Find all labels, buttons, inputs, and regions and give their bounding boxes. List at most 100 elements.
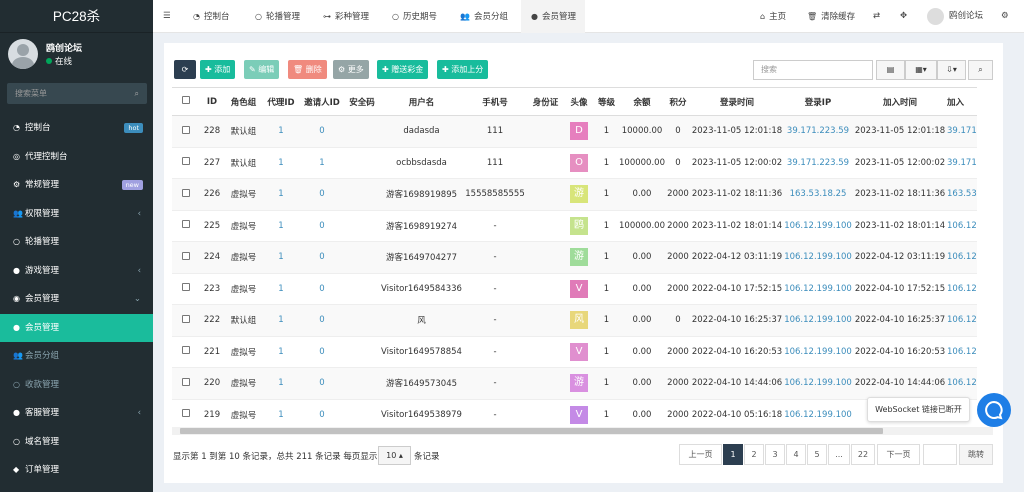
sidebar-search-input[interactable]: 搜索菜单 ⌕ [7, 83, 147, 104]
cell-join-ip[interactable]: 106.12 [947, 210, 977, 242]
cell-login-ip[interactable]: 39.171.223.59 [783, 115, 853, 148]
col-agent[interactable]: 代理ID [262, 87, 300, 116]
col-inviter[interactable]: 邀请人ID [300, 87, 344, 116]
sidebar-item[interactable]: 👥 权限管理 ‹ [0, 200, 153, 229]
row-checkbox-cell[interactable] [172, 304, 199, 337]
cell-inviter[interactable]: 0 [300, 399, 344, 431]
sidebar-item[interactable]: ● 客服管理 ‹ [0, 399, 153, 428]
row-checkbox-cell[interactable] [172, 399, 199, 431]
cell-agent[interactable]: 1 [262, 273, 300, 305]
columns-dropdown-icon[interactable]: ▦▾ [905, 60, 937, 80]
table-row[interactable]: 228 默认组 1 0 dadasda 111 D 1 10000.00 0 2023-11-05 … [172, 115, 977, 148]
member-avatar[interactable]: O [570, 153, 588, 172]
page-1-button[interactable]: 1 [723, 444, 743, 465]
row-checkbox[interactable] [181, 220, 190, 229]
col-avatar[interactable]: 头像 [564, 87, 594, 116]
cell-login-ip[interactable]: 106.12.199.100 [783, 273, 853, 305]
cell-login-ip[interactable]: 106.12.199.100 [783, 367, 853, 400]
cell-inviter[interactable]: 0 [300, 367, 344, 400]
table-row[interactable]: 220 虚拟号 1 0 游客1649573045- 游 1 0.00 2000 2022-04-1… [172, 367, 977, 400]
col-username[interactable]: 用户名 [380, 87, 463, 116]
gift-bonus-button[interactable]: ✚ 赠送彩金 [377, 60, 429, 79]
member-avatar[interactable]: V [570, 342, 588, 361]
cell-login-ip[interactable]: 106.12.199.100 [783, 241, 853, 274]
cell-inviter[interactable]: 0 [300, 304, 344, 337]
chat-bubble-button[interactable] [977, 393, 1011, 427]
col-code[interactable]: 安全码 [344, 87, 380, 116]
member-avatar[interactable]: V [570, 279, 588, 298]
export-dropdown-icon[interactable]: ⇩▾ [937, 60, 966, 80]
page-2-button[interactable]: 2 [744, 444, 764, 465]
sidebar-item[interactable]: ◆ 订单管理 [0, 456, 153, 485]
table-row[interactable]: 227 默认组 1 1 ocbbsdasda 111 O 1 100000.00 0 2023-11… [172, 147, 977, 179]
col-login-ip[interactable]: 登录IP [783, 87, 853, 116]
tab-member-group[interactable]: 👥 会员分组 [460, 0, 508, 33]
col-join-time[interactable]: 加入时间 [853, 87, 947, 116]
cell-inviter[interactable]: 0 [300, 241, 344, 274]
fullscreen-icon[interactable]: ✥ [900, 0, 907, 33]
row-checkbox-cell[interactable] [172, 178, 199, 211]
member-avatar[interactable]: 风 [570, 311, 588, 330]
header-checkbox[interactable] [172, 87, 199, 116]
table-row[interactable]: 219 虚拟号 1 0 Visitor1649538979- V 1 0.00 2000 2022… [172, 399, 977, 431]
horizontal-scrollbar[interactable] [172, 427, 993, 435]
cell-join-ip[interactable]: 39.171 [947, 115, 977, 148]
home-link[interactable]: ⌂ 主页 [760, 0, 786, 33]
page-size-select[interactable]: 10 ▴ [378, 446, 411, 465]
tab-dashboard[interactable]: ◔ 控制台 [193, 0, 230, 33]
cell-inviter[interactable]: 0 [300, 115, 344, 148]
member-avatar[interactable]: 游 [570, 185, 588, 204]
row-checkbox[interactable] [181, 251, 190, 260]
cell-agent[interactable]: 1 [262, 210, 300, 242]
row-checkbox[interactable] [181, 409, 190, 418]
row-checkbox-cell[interactable] [172, 241, 199, 274]
sidebar-item[interactable]: 👥 会员分组 [0, 342, 153, 371]
page-3-button[interactable]: 3 [765, 444, 785, 465]
tab-lottery[interactable]: ⊶ 彩种管理 [323, 0, 369, 33]
next-page-button[interactable]: 下一页 [877, 444, 920, 465]
scrollbar-thumb[interactable] [180, 428, 883, 434]
sidebar-item[interactable]: ○ 收款管理 [0, 371, 153, 400]
sidebar-item[interactable]: ○ 域名管理 [0, 428, 153, 457]
col-id[interactable]: ID [199, 87, 225, 116]
page-22-button[interactable]: 22 [851, 444, 875, 465]
cell-join-ip[interactable]: 106.12 [947, 241, 977, 274]
cell-inviter[interactable]: 0 [300, 178, 344, 211]
settings-icon[interactable]: ⚙ [1001, 0, 1009, 33]
cell-agent[interactable]: 1 [262, 241, 300, 274]
row-checkbox[interactable] [181, 346, 190, 355]
add-button[interactable]: ✚ 添加 [200, 60, 236, 79]
page-5-button[interactable]: 5 [807, 444, 827, 465]
cell-agent[interactable]: 1 [262, 399, 300, 431]
col-group[interactable]: 角色组 [225, 87, 262, 116]
cell-join-ip[interactable]: 106.12 [947, 367, 977, 400]
table-row[interactable]: 224 虚拟号 1 0 游客1649704277- 游 1 0.00 2000 2022-04-1… [172, 241, 977, 274]
cell-agent[interactable]: 1 [262, 178, 300, 211]
cell-agent[interactable]: 1 [262, 336, 300, 368]
tab-member-manage[interactable]: ● 会员管理 [521, 0, 585, 33]
delete-button[interactable]: 🗑 删除 [288, 60, 327, 79]
cell-inviter[interactable]: 0 [300, 273, 344, 305]
member-avatar[interactable]: 游 [570, 374, 588, 393]
sidebar-item[interactable]: ◉ 会员管理 ⌄ [0, 285, 153, 314]
cell-login-ip[interactable]: 106.12.199.100 [783, 399, 853, 431]
cell-agent[interactable]: 1 [262, 115, 300, 148]
sidebar-item[interactable]: ⚙ 常规管理 new [0, 171, 153, 200]
row-checkbox-cell[interactable] [172, 273, 199, 305]
member-avatar[interactable]: D [570, 122, 588, 141]
row-checkbox-cell[interactable] [172, 336, 199, 368]
sidebar-item[interactable]: ● 游戏管理 ‹ [0, 257, 153, 286]
row-checkbox[interactable] [181, 188, 190, 197]
cell-agent[interactable]: 1 [262, 147, 300, 179]
row-checkbox-cell[interactable] [172, 115, 199, 148]
cell-login-ip[interactable]: 106.12.199.100 [783, 336, 853, 368]
col-idcard[interactable]: 身份证 [527, 87, 564, 116]
more-button[interactable]: ⚙ 更多 [333, 60, 369, 79]
page-4-button[interactable]: 4 [786, 444, 806, 465]
cell-agent[interactable]: 1 [262, 367, 300, 400]
cell-login-ip[interactable]: 163.53.18.25 [783, 178, 853, 211]
add-credit-button[interactable]: ✚ 添加上分 [437, 60, 489, 79]
table-search-input[interactable]: 搜索 [753, 60, 873, 80]
edit-button[interactable]: ✎ 编辑 [244, 60, 280, 79]
top-avatar[interactable] [927, 8, 944, 25]
